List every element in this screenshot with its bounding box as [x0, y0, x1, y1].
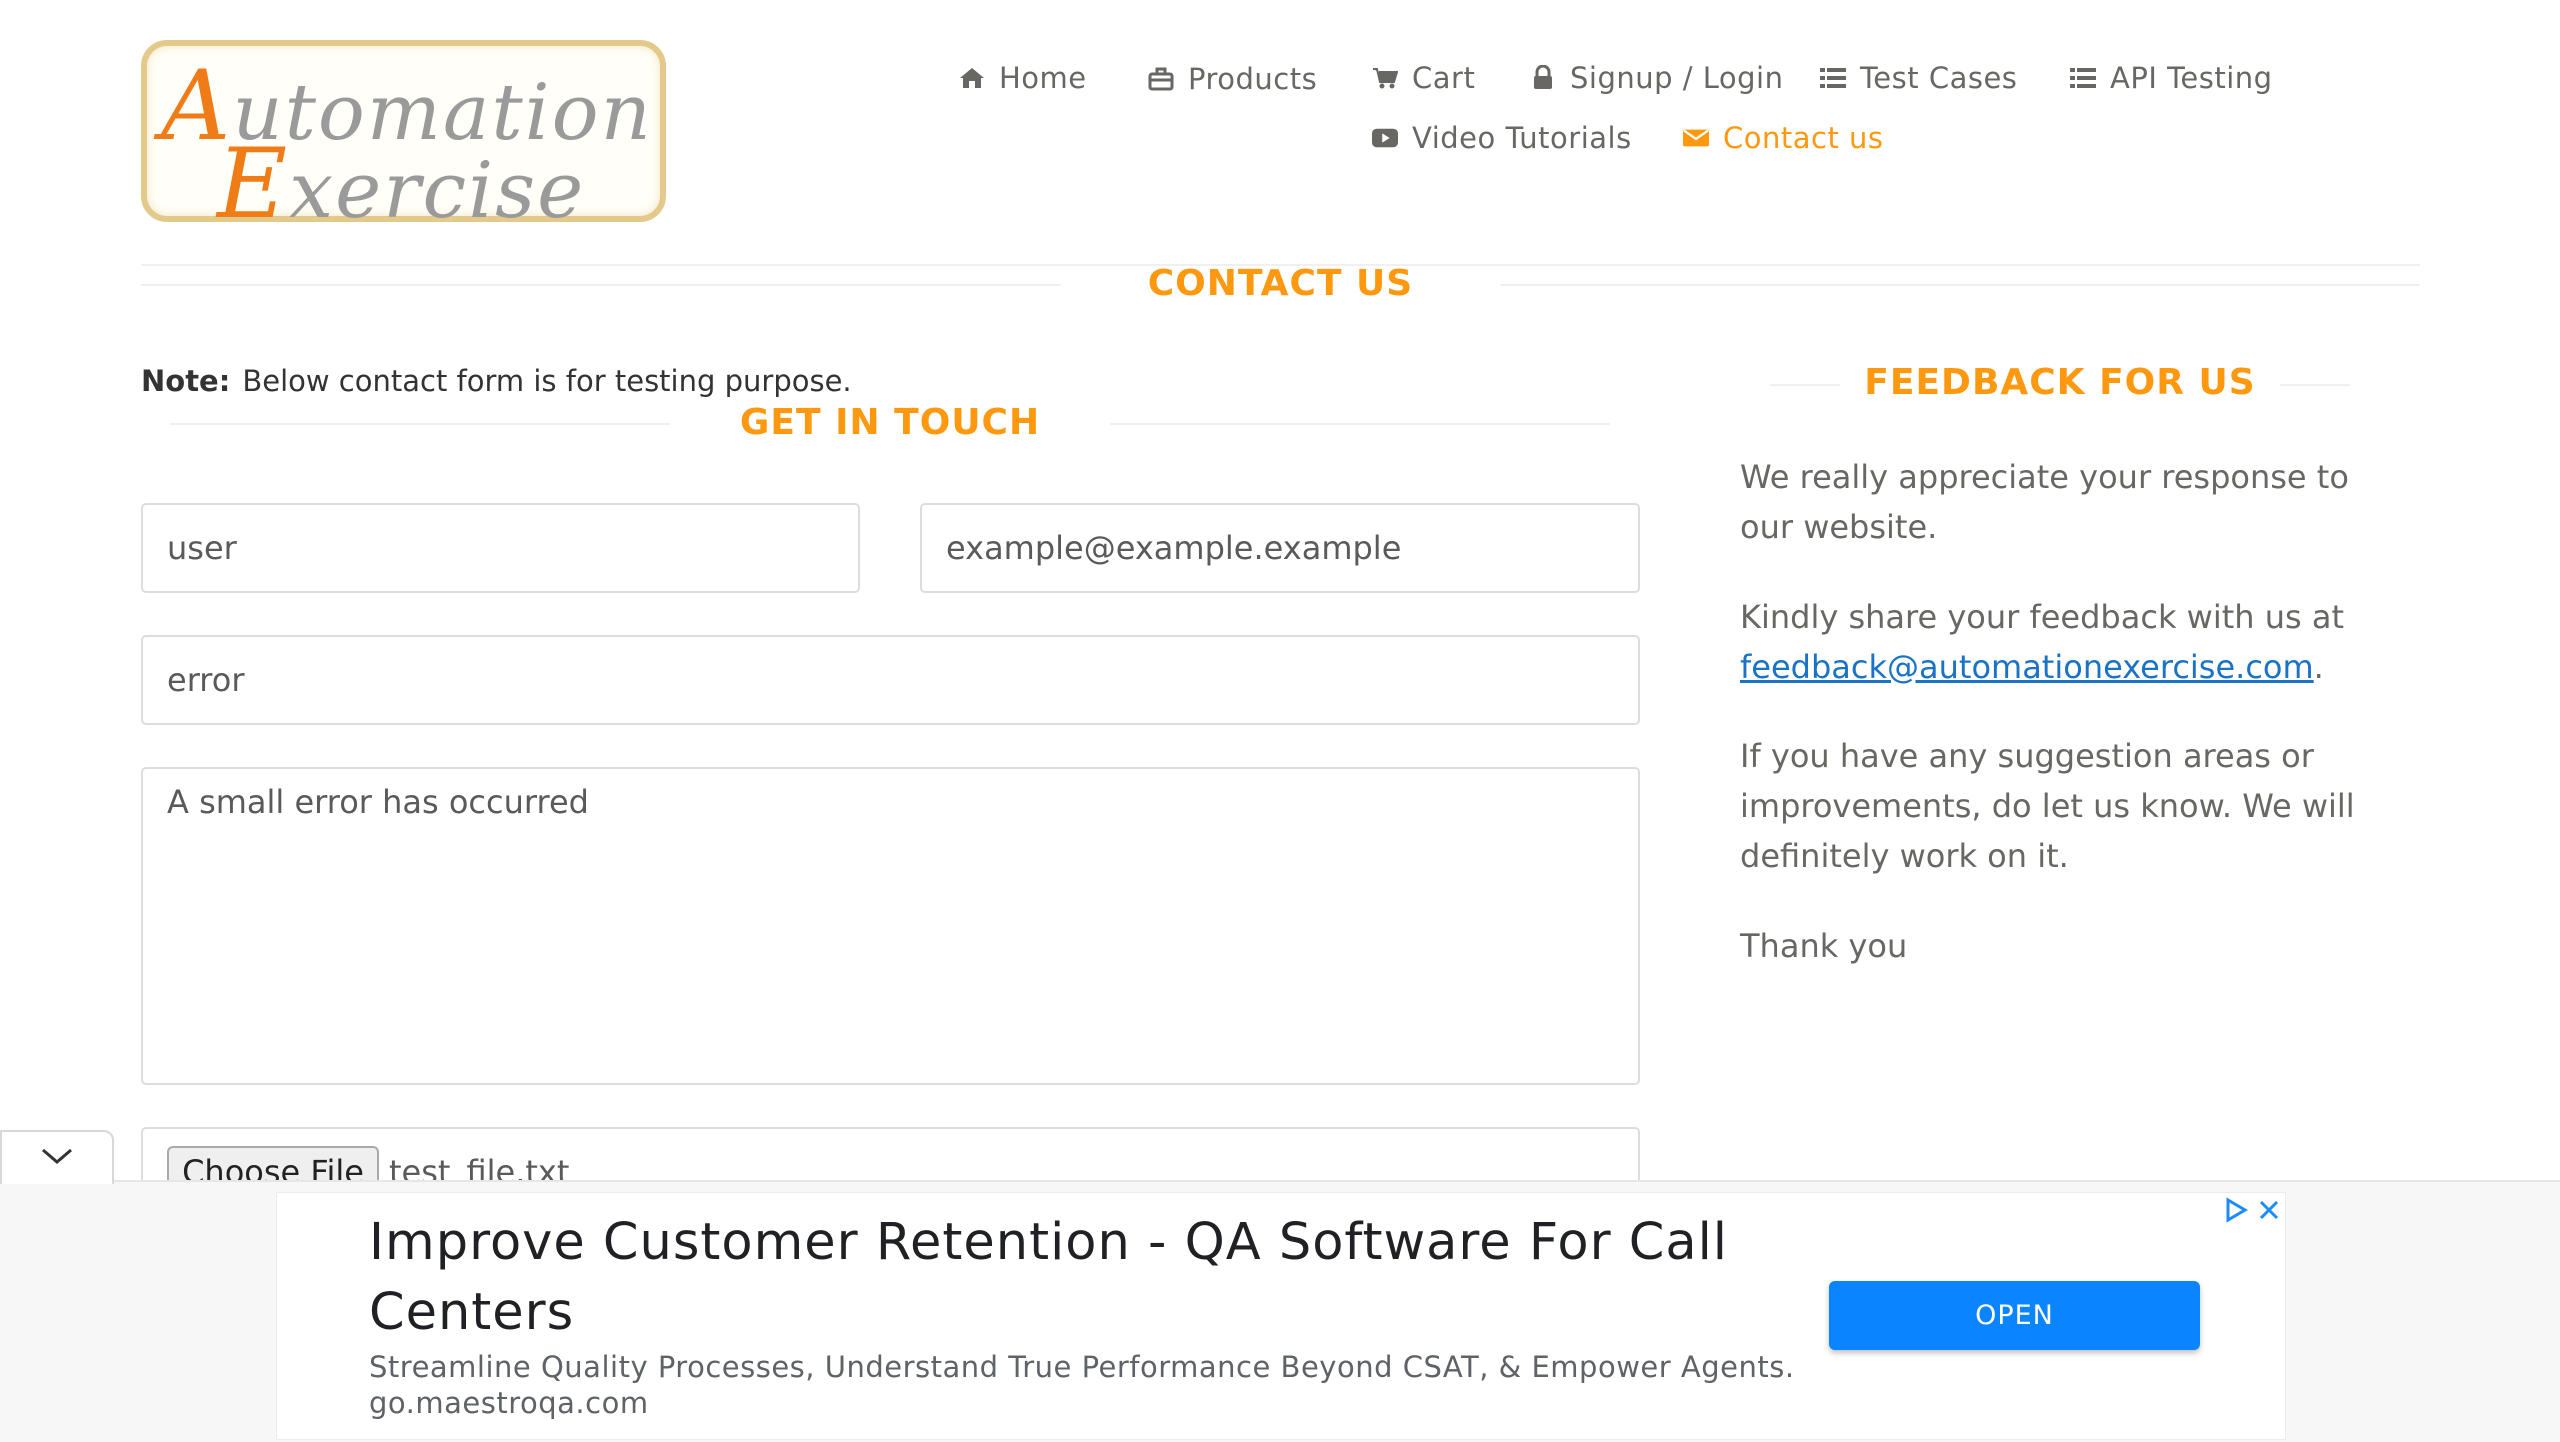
- feedback-thank-you: Thank you: [1740, 927, 1908, 965]
- subject-input-value: error: [167, 661, 245, 699]
- feedback-rule-right: [2280, 384, 2350, 386]
- lock-icon: [1530, 65, 1556, 91]
- nav-products[interactable]: Products: [1148, 62, 1317, 96]
- home-icon: [959, 65, 985, 91]
- ad-headline[interactable]: Improve Customer Retention - QA Software…: [369, 1208, 1769, 1348]
- ad-description: Streamline Quality Processes, Understand…: [369, 1350, 1795, 1384]
- cart-icon: [1372, 65, 1398, 91]
- logo-line2-rest: xercise: [289, 146, 586, 236]
- get-in-touch-title: GET IN TOUCH: [739, 402, 1041, 443]
- feedback-paragraph-1: We really appreciate your response to ou…: [1740, 458, 2349, 546]
- nav-signup-login[interactable]: Signup / Login: [1530, 61, 1783, 95]
- nav-cart[interactable]: Cart: [1372, 61, 1475, 95]
- feedback-title: FEEDBACK FOR US: [1864, 362, 2256, 403]
- nav-video-tutorials-label: Video Tutorials: [1412, 121, 1632, 155]
- get-in-touch-rule-right: [1110, 423, 1610, 425]
- feedback-rule-left: [1770, 384, 1840, 386]
- envelope-icon: [1683, 125, 1709, 151]
- ad-collapse-tab[interactable]: [0, 1130, 114, 1184]
- ad-close-icon[interactable]: [2257, 1198, 2281, 1226]
- site-logo[interactable]: Automation Exercise: [141, 40, 666, 232]
- ad-url: go.maestroqa.com: [369, 1386, 649, 1420]
- feedback-p2-prefix: Kindly share your feedback with us at: [1740, 598, 2344, 636]
- email-input-value: example@example.example: [946, 529, 1402, 567]
- page-title: CONTACT US: [1147, 263, 1414, 304]
- nav-video-tutorials[interactable]: Video Tutorials: [1372, 121, 1632, 155]
- nav-cart-label: Cart: [1412, 61, 1476, 95]
- name-input-value: user: [167, 529, 237, 567]
- chevron-down-icon: [40, 1146, 74, 1170]
- feedback-email-link[interactable]: feedback@automationexercise.com: [1740, 648, 2314, 686]
- name-input[interactable]: user: [141, 503, 860, 593]
- nav-contact-us-label: Contact us: [1723, 121, 1884, 155]
- email-input[interactable]: example@example.example: [920, 503, 1640, 593]
- nav-test-cases[interactable]: Test Cases: [1820, 61, 2017, 95]
- subject-input[interactable]: error: [141, 635, 1640, 725]
- nav-api-testing[interactable]: API Testing: [2070, 61, 2273, 95]
- feedback-paragraph-3: If you have any suggestion areas or impr…: [1740, 737, 2355, 875]
- message-textarea-value: A small error has occurred: [167, 783, 589, 821]
- get-in-touch-rule-left: [170, 423, 670, 425]
- title-rule-right: [1500, 284, 2420, 286]
- logo-text-line2: Exercise: [217, 128, 586, 240]
- youtube-icon: [1372, 125, 1398, 151]
- title-rule-left: [141, 284, 1061, 286]
- form-note: Note: Below contact form is for testing p…: [141, 364, 852, 398]
- message-textarea[interactable]: A small error has occurred: [141, 767, 1640, 1085]
- note-text: Below contact form is for testing purpos…: [242, 364, 852, 398]
- feedback-p2-suffix: .: [2313, 648, 2324, 686]
- nav-home-label: Home: [999, 61, 1087, 95]
- nav-api-testing-label: API Testing: [2110, 61, 2273, 95]
- nav-signup-login-label: Signup / Login: [1570, 61, 1784, 95]
- adchoices-icon[interactable]: [2223, 1197, 2249, 1227]
- list-icon: [2070, 65, 2096, 91]
- ad-open-button[interactable]: OPEN: [1829, 1281, 2200, 1350]
- list-icon: [1820, 65, 1846, 91]
- feedback-paragraph-2: Kindly share your feedback with us at fe…: [1740, 592, 2400, 692]
- note-label: Note:: [141, 364, 231, 398]
- nav-products-label: Products: [1188, 62, 1318, 96]
- nav-test-cases-label: Test Cases: [1860, 61, 2018, 95]
- nav-home[interactable]: Home: [959, 61, 1087, 95]
- briefcase-icon: [1148, 66, 1174, 92]
- nav-contact-us[interactable]: Contact us: [1683, 121, 1884, 155]
